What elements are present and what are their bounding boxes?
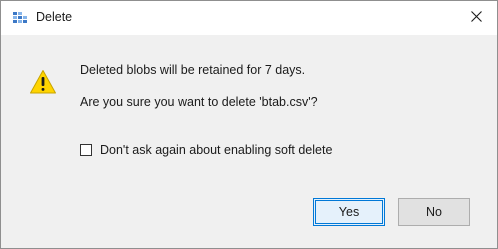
warning-icon bbox=[29, 69, 57, 95]
retention-message: Deleted blobs will be retained for 7 day… bbox=[80, 63, 306, 77]
dialog-title: Delete bbox=[36, 10, 73, 24]
close-button[interactable] bbox=[461, 4, 491, 32]
title-bar: Delete bbox=[1, 1, 497, 35]
close-icon bbox=[470, 9, 482, 27]
storage-explorer-icon bbox=[13, 11, 27, 25]
delete-dialog: Delete Deleted blobs will be retained fo… bbox=[0, 0, 498, 249]
dont-ask-again-label[interactable]: Don't ask again about enabling soft dele… bbox=[100, 143, 332, 157]
dont-ask-again-checkbox[interactable] bbox=[80, 144, 92, 156]
dont-ask-again-option[interactable]: Don't ask again about enabling soft dele… bbox=[80, 143, 332, 157]
dialog-content: Deleted blobs will be retained for 7 day… bbox=[1, 35, 497, 248]
yes-button[interactable]: Yes bbox=[313, 198, 385, 226]
confirm-message: Are you sure you want to delete 'btab.cs… bbox=[80, 95, 318, 109]
no-button[interactable]: No bbox=[398, 198, 470, 226]
